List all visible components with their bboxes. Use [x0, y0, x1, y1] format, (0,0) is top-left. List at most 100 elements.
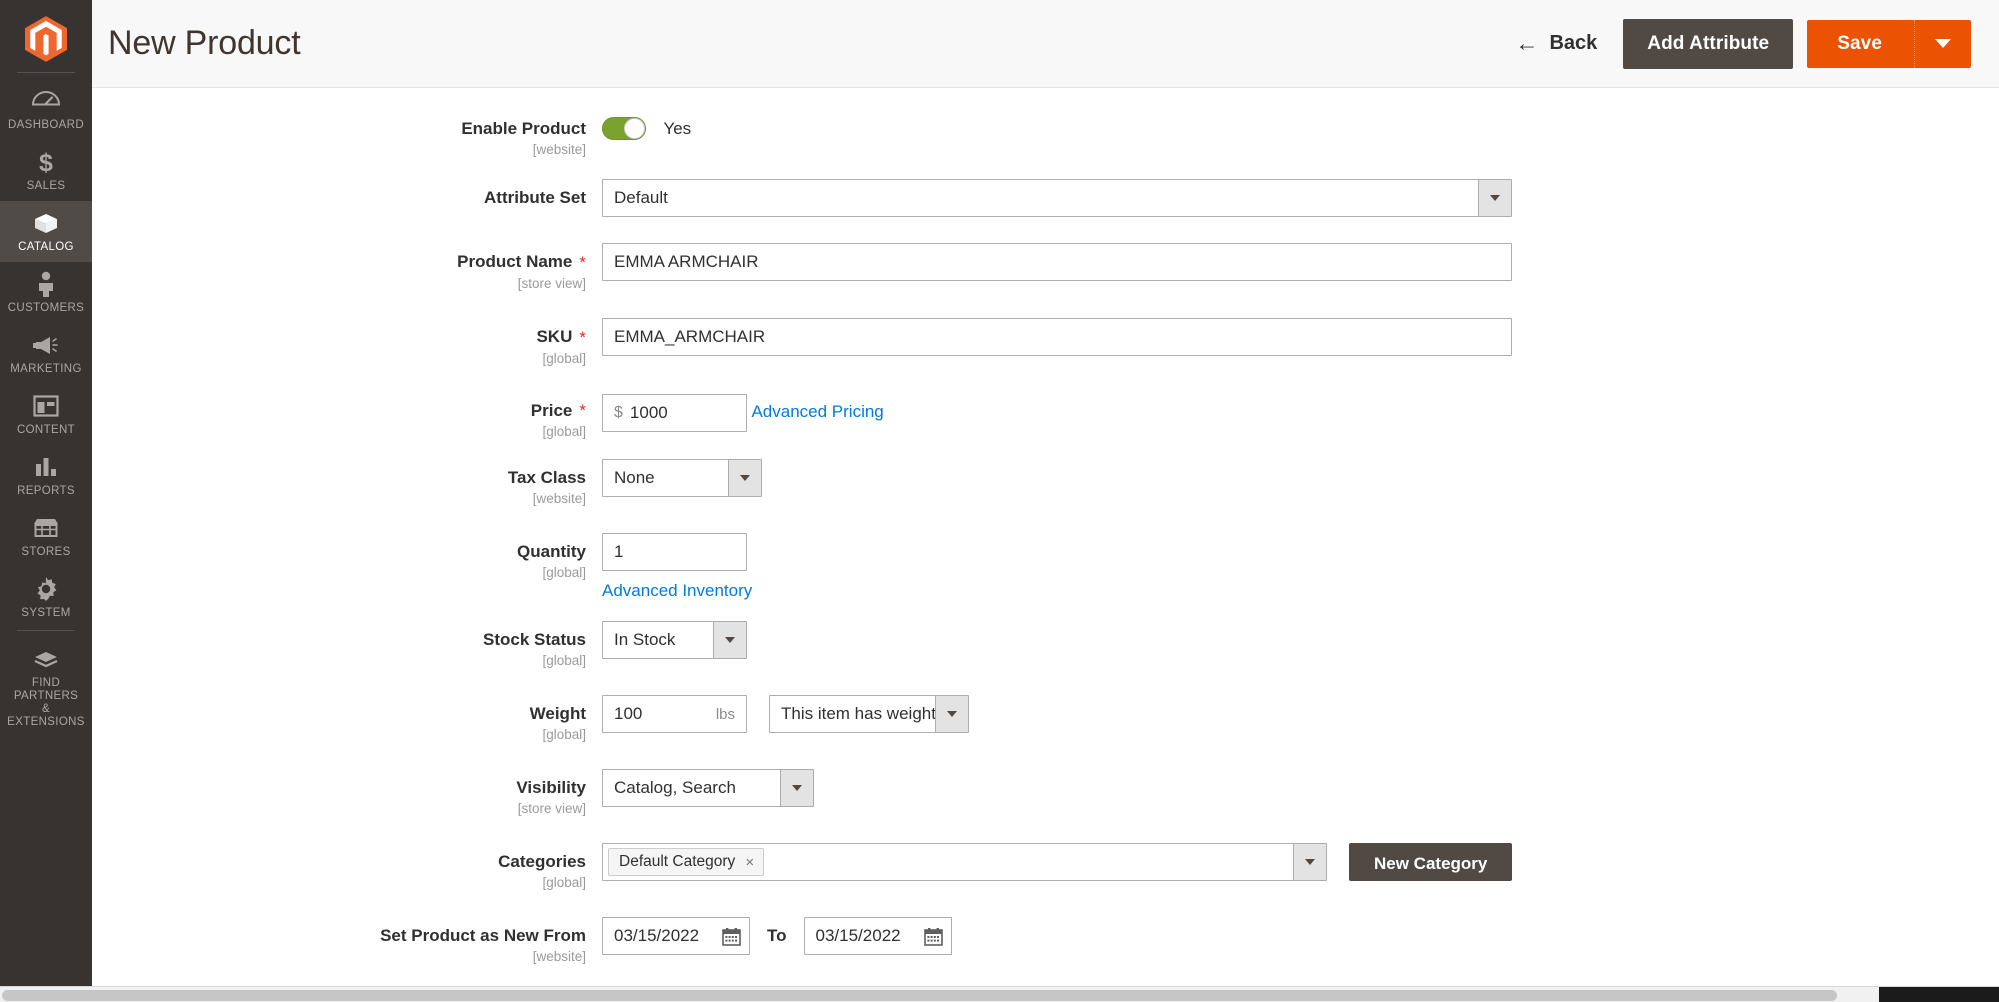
sidebar-item-label: CUSTOMERS — [7, 302, 85, 314]
sidebar-item-catalog[interactable]: CATALOG — [0, 201, 92, 262]
chevron-down-icon[interactable] — [713, 622, 746, 659]
sidebar-item-marketing[interactable]: MARKETING — [0, 323, 92, 384]
horizontal-scrollbar[interactable] — [0, 986, 1999, 1002]
extensions-icon — [31, 646, 61, 672]
new-to-date-group[interactable] — [803, 917, 952, 956]
tax-class-select[interactable]: None — [602, 459, 762, 498]
field-control: In Stock — [602, 621, 1999, 660]
toggle-knob — [624, 118, 645, 139]
sidebar-item-label: CATALOG — [18, 241, 74, 253]
chevron-down-icon[interactable] — [1478, 180, 1511, 216]
new-to-date-input[interactable] — [804, 926, 922, 947]
layout-icon — [31, 393, 61, 419]
field-control — [602, 243, 1999, 281]
field-label-text: Visibility — [516, 778, 586, 798]
weight-input-group[interactable]: lbs — [602, 695, 747, 734]
field-label-text: Quantity — [517, 542, 586, 562]
scrollbar-thumb[interactable] — [2, 990, 1837, 1001]
megaphone-icon — [31, 332, 61, 358]
quantity-input[interactable] — [602, 533, 747, 572]
bar-chart-icon — [31, 454, 61, 480]
sidebar-item-label: REPORTS — [17, 485, 75, 497]
save-dropdown-toggle[interactable] — [1915, 19, 1971, 68]
sku-input[interactable] — [602, 317, 1512, 356]
visibility-select[interactable]: Catalog, Search — [602, 769, 814, 808]
admin-sidebar: DASHBOARD $ SALES CATALOG CUSTOMERS MARK… — [0, 0, 92, 1002]
sidebar-item-find-partners-extensions[interactable]: FIND PARTNERS & EXTENSIONS — [0, 637, 92, 737]
sidebar-item-label: SALES — [26, 180, 66, 192]
field-visibility: Visibility [store view] Catalog, Search — [92, 769, 1999, 816]
page-header: New Product ← Back Add Attribute Save — [92, 0, 1999, 88]
enable-product-value: Yes — [663, 118, 692, 138]
date-range-to-label: To — [767, 926, 787, 946]
chevron-down-icon[interactable] — [935, 696, 968, 733]
attribute-set-value: Default — [614, 188, 668, 207]
dollar-icon: $ — [31, 149, 61, 175]
calendar-icon[interactable] — [922, 927, 951, 946]
back-button[interactable]: ← Back — [1505, 22, 1623, 65]
close-icon[interactable]: × — [745, 855, 754, 870]
chevron-down-icon[interactable] — [1293, 844, 1326, 881]
stock-status-value: In Stock — [614, 630, 676, 650]
sidebar-item-sales[interactable]: $ SALES — [0, 140, 92, 201]
field-scope: [website] — [532, 949, 586, 965]
categories-multiselect[interactable]: Default Category × — [602, 843, 1327, 882]
sidebar-item-dashboard[interactable]: DASHBOARD — [0, 79, 92, 140]
price-input[interactable] — [629, 402, 746, 423]
attribute-set-select[interactable]: Default — [602, 179, 1512, 217]
chevron-down-icon[interactable] — [728, 460, 761, 497]
sidebar-divider-bottom — [17, 630, 75, 631]
sidebar-item-system[interactable]: SYSTEM — [0, 567, 92, 628]
has-weight-select[interactable]: This item has weight — [769, 695, 969, 734]
field-scope: [store view] — [517, 801, 586, 817]
calendar-icon[interactable] — [720, 927, 749, 946]
categories-chip-list[interactable]: Default Category × — [603, 844, 1293, 880]
sidebar-item-label: FIND PARTNERS & EXTENSIONS — [7, 677, 85, 728]
weight-input[interactable] — [603, 704, 716, 725]
field-scope: [global] — [542, 350, 586, 366]
sidebar-item-customers[interactable]: CUSTOMERS — [0, 262, 92, 323]
category-chip-label: Default Category — [619, 853, 736, 871]
field-label: Set Product as New From [website] — [92, 917, 602, 964]
chevron-down-icon[interactable] — [780, 770, 813, 807]
product-form: Enable Product [website] Yes Attribute S… — [92, 88, 1999, 1002]
new-category-button[interactable]: New Category — [1349, 843, 1513, 882]
add-attribute-button[interactable]: Add Attribute — [1623, 18, 1794, 69]
advanced-pricing-link[interactable]: Advanced Pricing — [751, 402, 883, 422]
field-control: $ Advanced Pricing — [602, 392, 1999, 432]
scrollbar-track-end — [1879, 987, 1999, 1002]
sidebar-item-label: STORES — [21, 546, 71, 558]
field-label-text: Product Name — [457, 252, 573, 271]
arrow-left-icon: ← — [1515, 30, 1539, 56]
field-set-product-as-new: Set Product as New From [website] To — [92, 917, 1999, 964]
field-scope: [store view] — [517, 275, 586, 291]
field-quantity: Quantity [global] Advanced Inventory — [92, 533, 1999, 601]
save-button[interactable]: Save — [1807, 19, 1915, 68]
sidebar-item-label: CONTENT — [16, 424, 76, 436]
save-split-button: Save — [1807, 19, 1971, 68]
sidebar-item-reports[interactable]: REPORTS — [0, 445, 92, 506]
sidebar-item-stores[interactable]: STORES — [0, 506, 92, 567]
price-input-group[interactable]: $ — [602, 393, 747, 432]
new-from-date-input[interactable] — [603, 926, 720, 947]
stock-status-select[interactable]: In Stock — [602, 621, 747, 660]
field-label: SKU * [global] — [92, 318, 602, 366]
field-label: Product Name * [store view] — [92, 243, 602, 291]
chevron-down-icon — [1935, 39, 1951, 48]
magento-logo[interactable] — [0, 8, 92, 70]
field-label-text: Weight — [529, 704, 586, 724]
sidebar-item-content[interactable]: CONTENT — [0, 384, 92, 445]
product-name-input[interactable] — [602, 243, 1512, 281]
field-control: Default Category × New Category — [602, 843, 1999, 882]
gear-icon — [31, 576, 61, 602]
field-tax-class: Tax Class [website] None — [92, 459, 1999, 506]
new-from-date-group[interactable] — [602, 917, 750, 956]
advanced-inventory-link[interactable]: Advanced Inventory — [602, 581, 1999, 601]
field-scope: [global] — [542, 653, 586, 669]
category-chip[interactable]: Default Category × — [608, 848, 765, 877]
required-indicator: * — [579, 401, 586, 421]
field-label-text: Categories — [498, 852, 586, 872]
back-button-label: Back — [1549, 32, 1598, 54]
enable-product-toggle[interactable] — [602, 117, 646, 140]
field-label: Visibility [store view] — [92, 769, 602, 816]
